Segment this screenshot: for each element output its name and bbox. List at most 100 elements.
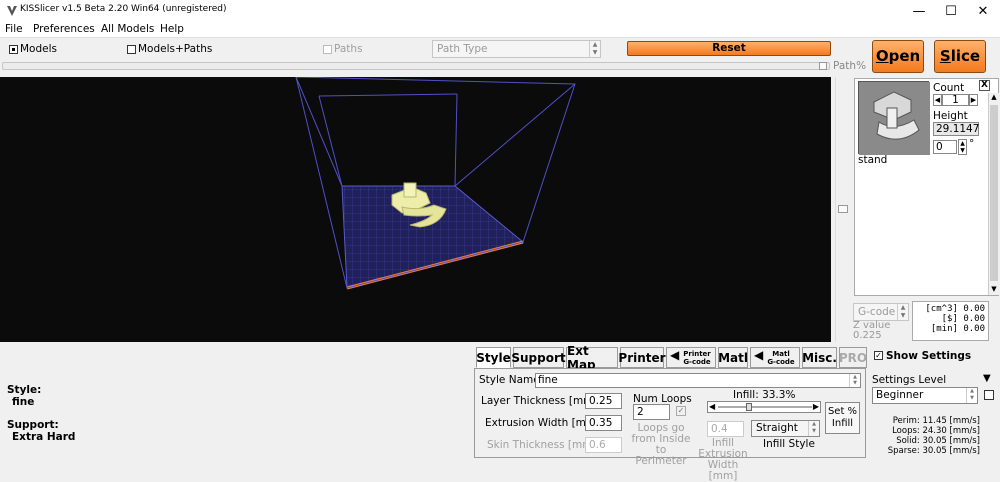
settings-level-spin-icon: ▲ ▼: [966, 388, 977, 403]
remove-model-button[interactable]: X: [979, 80, 990, 91]
path-type-spin-icon: ▲ ▼: [589, 41, 600, 57]
height-label: Height: [933, 110, 968, 122]
style-tab-content: Style Name fine ▲ ▼ Layer Thickness [mm] …: [474, 368, 866, 482]
tab-misc[interactable]: Misc.: [802, 347, 837, 368]
layer-thickness-input[interactable]: [585, 393, 622, 409]
infill-extrusion-width-input[interactable]: [707, 421, 744, 437]
open-button[interactable]: Open: [872, 40, 924, 73]
reset-button[interactable]: Reset: [627, 41, 831, 56]
menu-preferences[interactable]: Preferences: [33, 22, 95, 37]
title-bar: KISSlicer v1.5 Beta 2.20 Win64 (unregist…: [0, 0, 1000, 22]
open-label-post: pen: [888, 47, 921, 65]
tab-style[interactable]: Style: [476, 347, 511, 368]
model-list-panel: X Count ◀ 1 ▶ Height 29.1147 0 ▲ ▼ ° stan…: [854, 78, 999, 296]
settings-extra-checkbox[interactable]: [984, 390, 994, 400]
tab-printer-gcode[interactable]: ◀ Printer G-code: [666, 347, 716, 368]
gcode-spin-icon: ▲ ▼: [897, 304, 908, 320]
menu-all-models[interactable]: All Models: [101, 22, 154, 37]
count-value[interactable]: 1: [942, 94, 969, 106]
slice-button[interactable]: Slice: [934, 40, 986, 73]
set-infill-button[interactable]: Set % Infill: [825, 402, 860, 434]
skin-thickness-label: Skin Thickness [mm]: [487, 439, 597, 451]
path-type-select[interactable]: Path Type ▲ ▼: [432, 40, 601, 58]
count-increment[interactable]: ▶: [969, 94, 978, 106]
gcode-select[interactable]: G-code ▲ ▼: [853, 303, 909, 321]
infill-slider-thumb[interactable]: [746, 403, 753, 411]
paths-label: Paths: [334, 43, 363, 55]
degree-symbol: °: [969, 138, 975, 150]
support-summary-label: Support:: [7, 419, 59, 431]
paths-radio[interactable]: Paths: [323, 42, 363, 55]
style-summary-label: Style:: [7, 384, 42, 396]
tab-printer[interactable]: Printer: [618, 347, 666, 368]
menu-help[interactable]: Help: [160, 22, 184, 37]
num-loops-input[interactable]: [633, 404, 670, 420]
count-decrement[interactable]: ◀: [933, 94, 942, 106]
infill-extrusion-line1: Infill Extrusion: [698, 437, 748, 460]
settings-level-select[interactable]: Beginner ▲ ▼: [872, 387, 978, 404]
infill-style-select[interactable]: Straight ▲ ▼: [751, 420, 820, 437]
scroll-up-icon[interactable]: ▲: [989, 93, 999, 103]
tab-matl[interactable]: Matl: [718, 347, 748, 368]
build-volume-render: [295, 76, 576, 290]
models-paths-indicator: [127, 44, 136, 54]
settings-level-value: Beginner: [876, 389, 924, 401]
style-name-select[interactable]: fine ▲ ▼: [535, 373, 861, 388]
rotation-value[interactable]: 0: [933, 140, 957, 154]
model-list-scrollbar[interactable]: ▲ ▼: [988, 93, 999, 295]
open-label-ul: O: [875, 47, 889, 65]
skin-thickness-input[interactable]: [585, 437, 622, 453]
stand-thumbnail-icon: [859, 82, 930, 155]
models-radio-indicator: [9, 44, 18, 54]
slice-label-post: lice: [950, 47, 981, 65]
show-settings-label: Show Settings: [886, 350, 972, 362]
path-percent-label: Path%: [833, 60, 867, 72]
rotation-spin-icon[interactable]: ▲ ▼: [958, 139, 967, 155]
loops-note-line3: to Perimeter: [635, 444, 687, 467]
show-settings-checkbox[interactable]: ✓: [874, 351, 883, 360]
model-thumbnail[interactable]: [858, 81, 930, 155]
count-label: Count: [933, 82, 965, 94]
tab-matl-gcode[interactable]: ◀ Matl G-code: [750, 347, 800, 368]
model-list-scroll-thumb[interactable]: [990, 105, 998, 281]
tab-ext-map[interactable]: Ext Map: [566, 344, 618, 372]
tab-support[interactable]: Support: [511, 347, 566, 368]
infill-slider[interactable]: ◀ ▶: [707, 401, 821, 413]
style-name-label: Style Name: [479, 374, 540, 386]
path-slider[interactable]: [2, 62, 830, 70]
layer-thickness-label: Layer Thickness [mm]: [481, 395, 598, 407]
z-value: 0.225: [853, 330, 882, 341]
speed-stats: Perim: 11.45 [mm/s] Loops: 24.30 [mm/s] …: [880, 416, 980, 456]
height-value: 29.1147: [933, 122, 979, 136]
close-button[interactable]: ✕: [966, 0, 1000, 22]
loops-note: Loops go from Inside to Perimeter: [631, 423, 691, 467]
minimize-button[interactable]: —: [902, 0, 936, 22]
models-label: Models: [20, 43, 57, 55]
models-paths-radio[interactable]: Models+Paths: [127, 42, 212, 55]
layer-scrollbar[interactable]: [835, 77, 849, 342]
infill-slider-left-icon: ◀: [709, 402, 716, 411]
scroll-down-icon[interactable]: ▼: [989, 285, 999, 295]
printer-gcode-line2: G-code: [683, 357, 711, 366]
layer-scroll-thumb[interactable]: [838, 205, 848, 213]
build-plate-grid: [342, 186, 523, 288]
3d-viewport[interactable]: [0, 76, 831, 342]
tab-pro[interactable]: PRO: [839, 347, 867, 368]
matl-gcode-line1: Matl: [772, 349, 790, 358]
gcode-select-value: G-code: [858, 306, 896, 318]
infill-slider-right-icon: ▶: [812, 402, 819, 411]
speed-perim: Perim: 11.45 [mm/s]: [892, 416, 980, 426]
style-name-spin-icon: ▲ ▼: [849, 374, 860, 387]
model-name: stand: [858, 154, 888, 166]
menu-file[interactable]: File: [5, 22, 23, 37]
infill-percent-label: Infill: 33.3%: [733, 389, 796, 401]
loops-order-checkbox[interactable]: ✓: [676, 406, 686, 416]
extrusion-width-input[interactable]: [585, 415, 622, 431]
path-type-value: Path Type: [437, 43, 488, 55]
slice-label-ul: S: [939, 47, 951, 65]
settings-collapse-icon[interactable]: ▼: [983, 373, 991, 384]
models-radio[interactable]: Models: [9, 42, 57, 55]
path-slider-thumb[interactable]: [819, 62, 827, 70]
extrusion-width-label: Extrusion Width [mm]: [485, 417, 601, 429]
maximize-button[interactable]: ☐: [934, 0, 968, 22]
